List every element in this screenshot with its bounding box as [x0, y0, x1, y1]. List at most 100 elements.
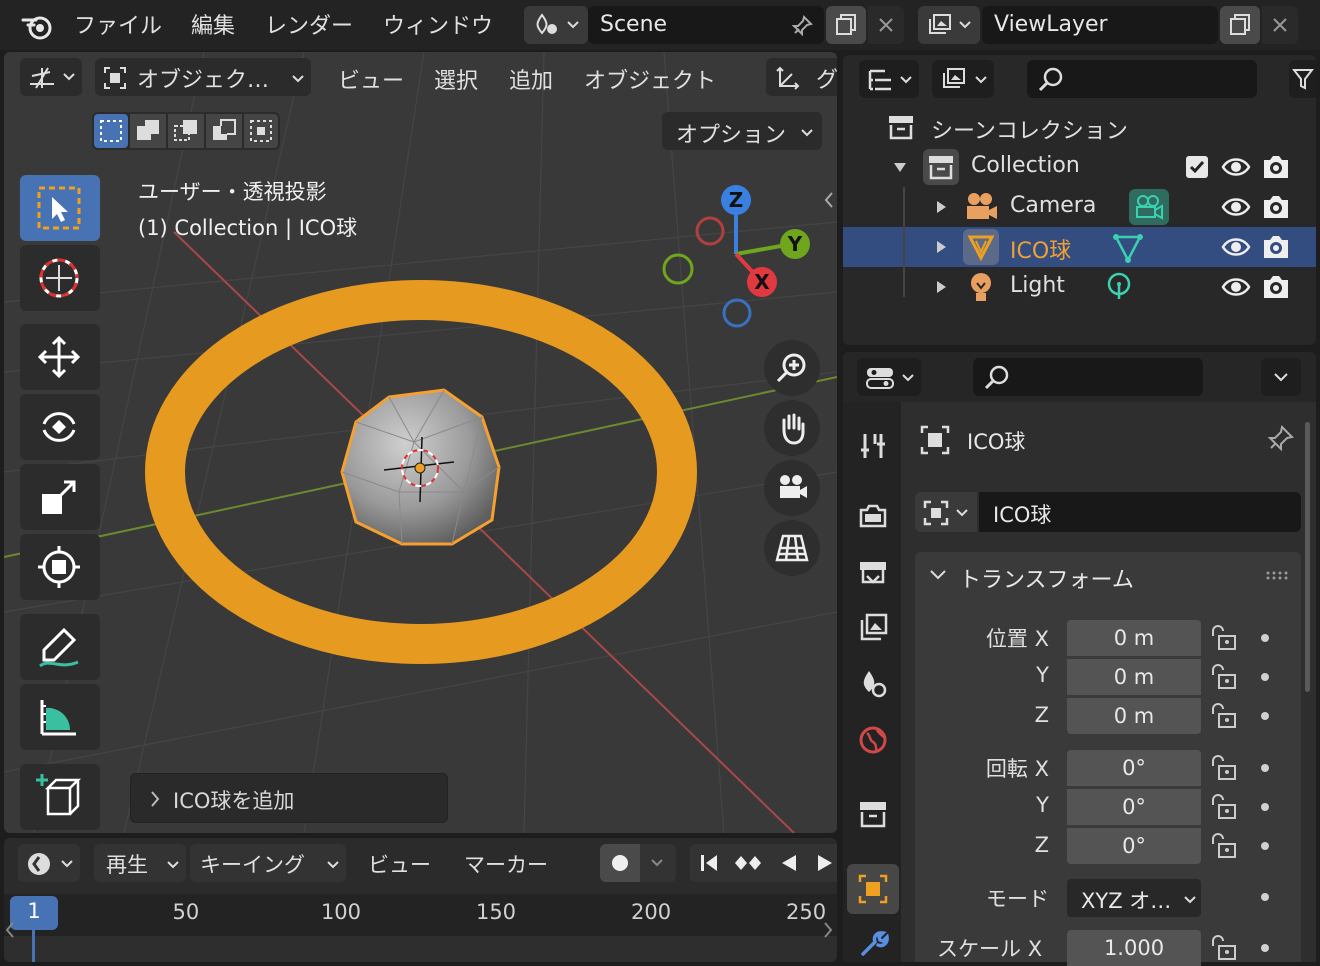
viewport-menu-object[interactable]: オブジェクト — [584, 63, 716, 95]
tab-collection[interactable] — [851, 792, 895, 836]
object-name-field[interactable]: ICO球 — [979, 492, 1301, 532]
timeline-menu-marker[interactable]: マーカー — [464, 849, 548, 879]
location-y-lock-icon[interactable] — [1209, 663, 1239, 691]
pin-icon[interactable] — [790, 14, 814, 38]
scale-x-keyframe-dot[interactable] — [1261, 944, 1269, 952]
last-operator-panel[interactable]: ICO球を追加 — [130, 773, 448, 823]
delete-viewlayer-button[interactable] — [1262, 6, 1298, 44]
new-scene-button[interactable] — [826, 6, 866, 44]
sidebar-toggle-icon[interactable] — [822, 190, 836, 210]
select-invert-button[interactable] — [206, 114, 242, 148]
tab-render[interactable] — [851, 494, 895, 538]
drag-handle-icon[interactable] — [1265, 570, 1289, 580]
playback-dropdown[interactable]: 再生 — [94, 844, 186, 882]
zoom-button[interactable] — [764, 340, 820, 396]
outliner-row-light[interactable]: Light — [843, 267, 1316, 307]
tab-modifiers[interactable] — [851, 922, 895, 966]
3d-viewport[interactable]: オブジェク… ビュー 選択 追加 オブジェクト グ オプション ユーザー・透視投… — [4, 52, 837, 833]
render-camera-icon[interactable] — [1261, 273, 1291, 301]
rotation-mode-keyframe-dot[interactable] — [1261, 893, 1269, 901]
location-z-keyframe-dot[interactable] — [1261, 712, 1269, 720]
rotation-z-lock-icon[interactable] — [1209, 832, 1239, 860]
tool-rotate[interactable] — [20, 394, 100, 460]
tool-move[interactable] — [20, 324, 100, 390]
camera-view-button[interactable] — [764, 460, 820, 516]
tool-measure[interactable] — [20, 684, 100, 750]
current-frame-indicator[interactable]: 1 — [10, 896, 58, 930]
perspective-toggle-button[interactable] — [764, 520, 820, 576]
tab-object[interactable] — [847, 864, 899, 914]
location-x-keyframe-dot[interactable] — [1261, 634, 1269, 642]
menu-render[interactable]: レンダー — [265, 8, 353, 40]
transform-section-title[interactable]: トランスフォーム — [959, 562, 1134, 594]
delete-scene-button[interactable] — [868, 6, 904, 44]
properties-editor-type-button[interactable] — [857, 358, 921, 396]
outliner-row-collection[interactable]: Collection — [843, 147, 1316, 187]
tab-output[interactable] — [851, 550, 895, 594]
tool-scale[interactable] — [20, 464, 100, 530]
jump-start-button[interactable] — [690, 844, 728, 882]
location-x-lock-icon[interactable] — [1209, 624, 1239, 652]
chevron-down-icon[interactable] — [650, 858, 664, 868]
rotation-y-field[interactable]: 0° — [1067, 789, 1201, 825]
collection-exclude-checkbox[interactable] — [1186, 156, 1208, 178]
play-reverse-button[interactable] — [770, 844, 808, 882]
rotation-z-keyframe-dot[interactable] — [1261, 842, 1269, 850]
outliner-row-camera[interactable]: Camera — [843, 187, 1316, 227]
outliner-filter-button[interactable] — [1289, 60, 1316, 98]
outliner-search-input[interactable] — [1027, 60, 1257, 98]
tool-annotate[interactable] — [20, 614, 100, 680]
display-mode-button[interactable] — [932, 60, 994, 98]
tab-scene[interactable] — [851, 662, 895, 706]
select-intersect-button[interactable] — [244, 114, 278, 148]
eye-icon[interactable] — [1221, 235, 1251, 259]
outliner-editor-type-button[interactable] — [859, 60, 919, 98]
chevron-down-icon[interactable] — [929, 568, 947, 582]
viewport-menu-select[interactable]: 選択 — [434, 63, 478, 95]
location-x-field[interactable]: 0 m — [1067, 620, 1201, 656]
outliner-row-ico-sphere[interactable]: ICO球 — [843, 227, 1316, 267]
properties-search-input[interactable] — [973, 358, 1203, 396]
location-y-field[interactable]: 0 m — [1067, 659, 1201, 695]
tool-transform[interactable] — [20, 534, 100, 600]
rotation-x-keyframe-dot[interactable] — [1261, 764, 1269, 772]
timeline-track[interactable] — [4, 936, 837, 962]
tool-cursor[interactable] — [20, 245, 100, 311]
options-dropdown[interactable]: オプション — [662, 112, 822, 150]
render-camera-icon[interactable] — [1261, 193, 1291, 221]
menu-window[interactable]: ウィンドウ — [383, 8, 493, 40]
select-new-button[interactable] — [94, 114, 128, 148]
render-camera-icon[interactable] — [1261, 233, 1291, 261]
eye-icon[interactable] — [1221, 155, 1251, 179]
rotation-x-lock-icon[interactable] — [1209, 754, 1239, 782]
menu-file[interactable]: ファイル — [74, 8, 162, 40]
tab-view-layer[interactable] — [851, 606, 895, 650]
light-data-icon[interactable] — [1105, 271, 1133, 303]
play-button[interactable] — [810, 844, 837, 882]
scale-x-field[interactable]: 1.000 — [1067, 930, 1201, 966]
mode-dropdown[interactable]: オブジェク… — [95, 58, 311, 96]
keying-dropdown[interactable]: キーイング — [190, 844, 346, 882]
viewlayer-browse-button[interactable] — [918, 6, 980, 44]
rotation-y-lock-icon[interactable] — [1209, 793, 1239, 821]
timeline-editor-type-button[interactable] — [18, 844, 80, 882]
pan-button[interactable] — [764, 400, 820, 456]
outliner-row-scene-collection[interactable]: シーンコレクション — [843, 107, 1316, 147]
select-extend-button[interactable] — [130, 114, 166, 148]
scene-name-field[interactable]: Scene — [588, 6, 824, 44]
viewport-menu-view[interactable]: ビュー — [338, 63, 404, 95]
location-z-lock-icon[interactable] — [1209, 702, 1239, 730]
blender-logo-icon[interactable] — [18, 10, 56, 42]
select-subtract-button[interactable] — [168, 114, 204, 148]
mesh-data-icon[interactable] — [1113, 233, 1143, 263]
scene-browse-button[interactable] — [524, 6, 588, 44]
menu-edit[interactable]: 編集 — [191, 8, 235, 40]
tab-world[interactable] — [851, 718, 895, 762]
render-camera-icon[interactable] — [1261, 153, 1291, 181]
auto-keying-button[interactable] — [600, 844, 640, 882]
rotation-x-field[interactable]: 0° — [1067, 750, 1201, 786]
new-viewlayer-button[interactable] — [1220, 6, 1260, 44]
location-y-keyframe-dot[interactable] — [1261, 673, 1269, 681]
properties-scrollbar[interactable] — [1305, 422, 1310, 692]
camera-data-icon[interactable] — [1129, 189, 1169, 225]
